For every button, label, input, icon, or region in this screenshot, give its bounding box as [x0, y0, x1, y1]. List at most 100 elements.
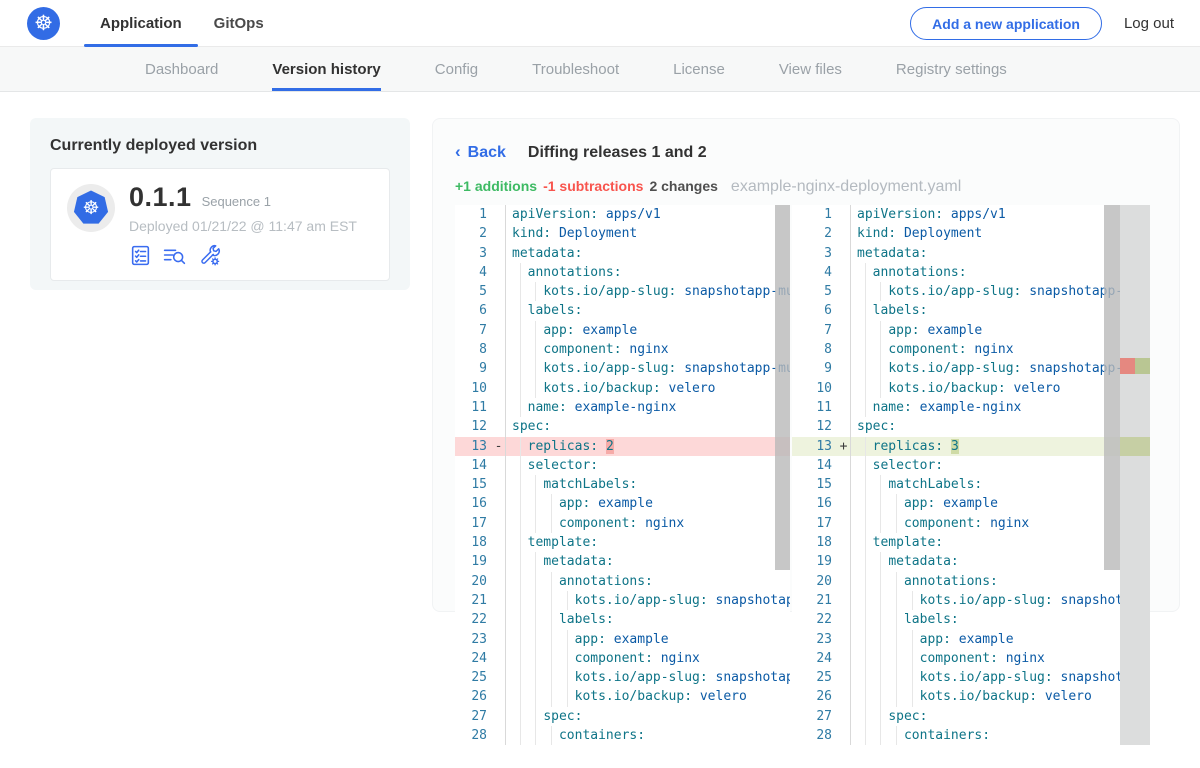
diff-marker — [837, 533, 850, 552]
code-line: 1apiVersion: apps/v1 — [792, 205, 1150, 224]
code-line: 2kind: Deployment — [455, 224, 790, 243]
code-line: 15matchLabels: — [455, 475, 790, 494]
line-number: 18 — [792, 533, 837, 552]
code-text: annotations: — [505, 572, 790, 591]
line-number: 27 — [455, 707, 492, 726]
diff-marker — [492, 533, 505, 552]
diff-pane-right[interactable]: 1apiVersion: apps/v12kind: Deployment3me… — [792, 205, 1150, 745]
release-notes-search-icon[interactable] — [162, 244, 187, 267]
code-line: 22 labels: — [792, 610, 1150, 629]
logout-button[interactable]: Log out — [1124, 15, 1174, 32]
indent-guide — [520, 707, 521, 726]
diff-marker — [492, 668, 505, 687]
nav-tab-application[interactable]: Application — [84, 0, 198, 47]
line-number: 19 — [455, 552, 492, 571]
subnav-tab-config[interactable]: Config — [435, 47, 478, 91]
code-line: 23 app: example — [792, 630, 1150, 649]
diff-marker — [492, 417, 505, 436]
code-line: 13+replicas: 3 — [792, 437, 1150, 456]
line-number: 22 — [792, 610, 837, 629]
indent-guide — [520, 379, 521, 398]
back-button[interactable]: ‹ Back — [455, 143, 506, 163]
indent-guide — [880, 340, 881, 359]
diff-marker — [837, 263, 850, 282]
code-line: 17component: nginx — [792, 514, 1150, 533]
indent-guide — [896, 649, 897, 668]
diff-marker — [837, 398, 850, 417]
code-line: 19metadata: — [792, 552, 1150, 571]
subnav-tab-license[interactable]: License — [673, 47, 725, 91]
indent-guide — [880, 630, 881, 649]
additions-count: +1 additions — [455, 178, 537, 194]
indent-guide — [865, 263, 866, 282]
indent-guide — [535, 340, 536, 359]
config-tools-icon[interactable] — [197, 243, 222, 267]
code-text: selector: — [505, 456, 790, 475]
line-number: 26 — [792, 687, 837, 706]
code-line: 5kots.io/app-slug: snapshotapp-mu — [455, 282, 790, 301]
indent-guide — [520, 726, 521, 745]
diff-pane-left[interactable]: 1apiVersion: apps/v12kind: Deployment3me… — [455, 205, 790, 745]
subnav-tab-dashboard[interactable]: Dashboard — [145, 47, 218, 91]
diff-marker — [492, 707, 505, 726]
code-line: 16app: example — [455, 494, 790, 513]
line-number: 3 — [455, 244, 492, 263]
code-text: containers: — [505, 726, 790, 745]
indent-guide — [551, 610, 552, 629]
subnav-tab-troubleshoot[interactable]: Troubleshoot — [532, 47, 619, 91]
ruler-added-marker — [1135, 358, 1150, 374]
code-text: app: example — [850, 630, 1150, 649]
code-line: 11name: example-nginx — [792, 398, 1150, 417]
indent-guide — [896, 668, 897, 687]
indent-guide — [880, 687, 881, 706]
indent-guide — [896, 572, 897, 591]
diff-marker — [837, 224, 850, 243]
diff-marker — [837, 282, 850, 301]
indent-guide — [880, 649, 881, 668]
diff-marker — [837, 359, 850, 378]
line-number: 4 — [792, 263, 837, 282]
indent-guide — [520, 456, 521, 475]
nav-tab-gitops[interactable]: GitOps — [198, 0, 280, 47]
indent-guide — [535, 379, 536, 398]
indent-guide — [865, 630, 866, 649]
line-number: 27 — [792, 707, 837, 726]
line-number: 10 — [792, 379, 837, 398]
indent-guide — [535, 552, 536, 571]
indent-guide — [535, 494, 536, 513]
indent-guide — [567, 630, 568, 649]
indent-guide — [865, 321, 866, 340]
indent-guide — [535, 707, 536, 726]
code-text: template: — [505, 533, 790, 552]
indent-guide — [520, 282, 521, 301]
subnav-tab-version-history[interactable]: Version history — [272, 47, 380, 91]
add-application-button[interactable]: Add a new application — [910, 7, 1102, 40]
diff-marker — [492, 224, 505, 243]
line-number: 23 — [792, 630, 837, 649]
left-pane-scrollbar[interactable] — [775, 205, 790, 570]
indent-guide — [865, 591, 866, 610]
code-text: labels: — [505, 301, 790, 320]
indent-guide — [567, 687, 568, 706]
line-number: 8 — [792, 340, 837, 359]
code-line: 23app: example — [455, 630, 790, 649]
diff-marker — [492, 649, 505, 668]
subnav-tab-registry-settings[interactable]: Registry settings — [896, 47, 1007, 91]
line-number: 19 — [792, 552, 837, 571]
indent-guide — [865, 668, 866, 687]
line-number: 24 — [455, 649, 492, 668]
diff-marker — [837, 244, 850, 263]
code-line: 3metadata: — [455, 244, 790, 263]
code-line: 28containers: — [792, 726, 1150, 745]
subnav-tab-view-files[interactable]: View files — [779, 47, 842, 91]
diff-marker — [837, 494, 850, 513]
indent-guide — [535, 726, 536, 745]
code-line: 21kots.io/app-slug: snapshotap — [455, 591, 790, 610]
indent-guide — [535, 591, 536, 610]
code-line: 10kots.io/backup: velero — [792, 379, 1150, 398]
code-text: labels: — [850, 610, 1150, 629]
checklist-icon[interactable] — [129, 244, 152, 267]
code-line: 16app: example — [792, 494, 1150, 513]
line-number: 6 — [455, 301, 492, 320]
right-pane-scrollbar[interactable] — [1104, 205, 1120, 570]
